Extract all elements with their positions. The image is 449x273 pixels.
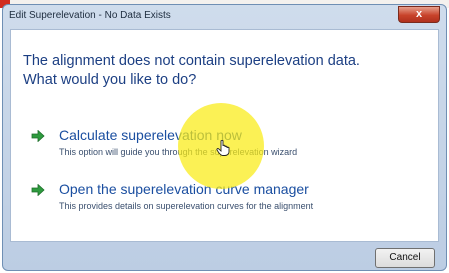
question-line-2: What would you like to do? (23, 72, 197, 88)
green-arrow-icon (31, 130, 45, 142)
option-description: This provides details on superelevation … (59, 201, 314, 211)
dialog-title: Edit Superelevation - No Data Exists (9, 10, 171, 21)
green-arrow-icon (31, 184, 45, 196)
option-label: Open the superelevation curve manager (59, 181, 309, 197)
dialog-content: The alignment does not contain superelev… (10, 29, 439, 242)
option-label: Calculate superelevation now (59, 127, 242, 143)
close-icon: x (415, 8, 423, 20)
question-line-1: The alignment does not contain superelev… (23, 53, 360, 69)
close-button[interactable]: x (398, 6, 440, 23)
dialog-footer: Cancel (10, 245, 439, 269)
title-bar: Edit Superelevation - No Data Exists x (3, 5, 446, 27)
option-description: This option will guide you through the s… (59, 147, 298, 157)
superelevation-dialog: Edit Superelevation - No Data Exists x T… (2, 4, 447, 271)
open-curve-manager-option[interactable]: Open the superelevation curve manager Th… (31, 181, 429, 217)
calculate-superelevation-option[interactable]: Calculate superelevation now This option… (31, 127, 429, 163)
cancel-button[interactable]: Cancel (375, 248, 435, 268)
dialog-question: The alignment does not contain superelev… (23, 52, 433, 90)
